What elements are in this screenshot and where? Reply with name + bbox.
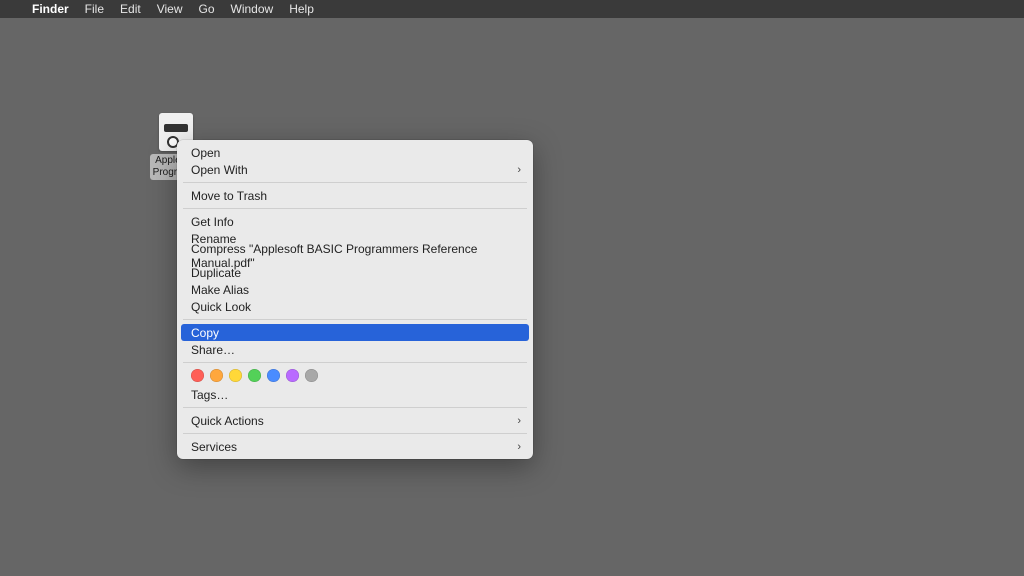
tag-red[interactable] bbox=[191, 369, 204, 382]
menu-go[interactable]: Go bbox=[191, 2, 223, 16]
cm-open-with-label: Open With bbox=[191, 163, 248, 177]
menubar: Finder File Edit View Go Window Help bbox=[0, 0, 1024, 18]
menu-file[interactable]: File bbox=[77, 2, 112, 16]
cm-tags-label: Tags… bbox=[191, 388, 228, 402]
cm-open-with[interactable]: Open With › bbox=[177, 161, 533, 178]
cm-make-alias[interactable]: Make Alias bbox=[177, 281, 533, 298]
cm-move-to-trash[interactable]: Move to Trash bbox=[177, 187, 533, 204]
chevron-right-icon: › bbox=[517, 164, 521, 176]
tag-blue[interactable] bbox=[267, 369, 280, 382]
tag-purple[interactable] bbox=[286, 369, 299, 382]
menu-help[interactable]: Help bbox=[281, 2, 322, 16]
cm-copy-label: Copy bbox=[191, 326, 219, 340]
cm-get-info-label: Get Info bbox=[191, 215, 234, 229]
cm-make-alias-label: Make Alias bbox=[191, 283, 249, 297]
separator bbox=[183, 208, 527, 209]
cm-copy[interactable]: Copy bbox=[181, 324, 529, 341]
menu-view[interactable]: View bbox=[149, 2, 191, 16]
cm-duplicate-label: Duplicate bbox=[191, 266, 241, 280]
cm-share-label: Share… bbox=[191, 343, 235, 357]
separator bbox=[183, 433, 527, 434]
menu-edit[interactable]: Edit bbox=[112, 2, 149, 16]
cm-tags[interactable]: Tags… bbox=[177, 386, 533, 403]
menu-window[interactable]: Window bbox=[223, 2, 282, 16]
cm-services-label: Services bbox=[191, 440, 237, 454]
cm-open[interactable]: Open bbox=[177, 144, 533, 161]
tag-orange[interactable] bbox=[210, 369, 223, 382]
cm-duplicate[interactable]: Duplicate bbox=[177, 264, 533, 281]
cm-quick-actions-label: Quick Actions bbox=[191, 414, 264, 428]
cm-tag-colors bbox=[177, 367, 533, 386]
tag-green[interactable] bbox=[248, 369, 261, 382]
separator bbox=[183, 362, 527, 363]
context-menu: Open Open With› Move to Trash Get Info R… bbox=[177, 140, 533, 459]
separator bbox=[183, 182, 527, 183]
cm-services[interactable]: Services › bbox=[177, 438, 533, 455]
cm-quick-look[interactable]: Quick Look bbox=[177, 298, 533, 315]
chevron-right-icon: › bbox=[517, 441, 521, 453]
cm-open-label: Open bbox=[191, 146, 220, 160]
cm-quick-look-label: Quick Look bbox=[191, 300, 251, 314]
tag-gray[interactable] bbox=[305, 369, 318, 382]
cm-get-info[interactable]: Get Info bbox=[177, 213, 533, 230]
chevron-right-icon: › bbox=[517, 415, 521, 427]
tag-yellow[interactable] bbox=[229, 369, 242, 382]
cm-share[interactable]: Share… bbox=[177, 341, 533, 358]
cm-move-to-trash-label: Move to Trash bbox=[191, 189, 267, 203]
cm-compress[interactable]: Compress "Applesoft BASIC Programmers Re… bbox=[177, 247, 533, 264]
menubar-app-name[interactable]: Finder bbox=[24, 2, 77, 16]
cm-quick-actions[interactable]: Quick Actions › bbox=[177, 412, 533, 429]
separator bbox=[183, 319, 527, 320]
separator bbox=[183, 407, 527, 408]
